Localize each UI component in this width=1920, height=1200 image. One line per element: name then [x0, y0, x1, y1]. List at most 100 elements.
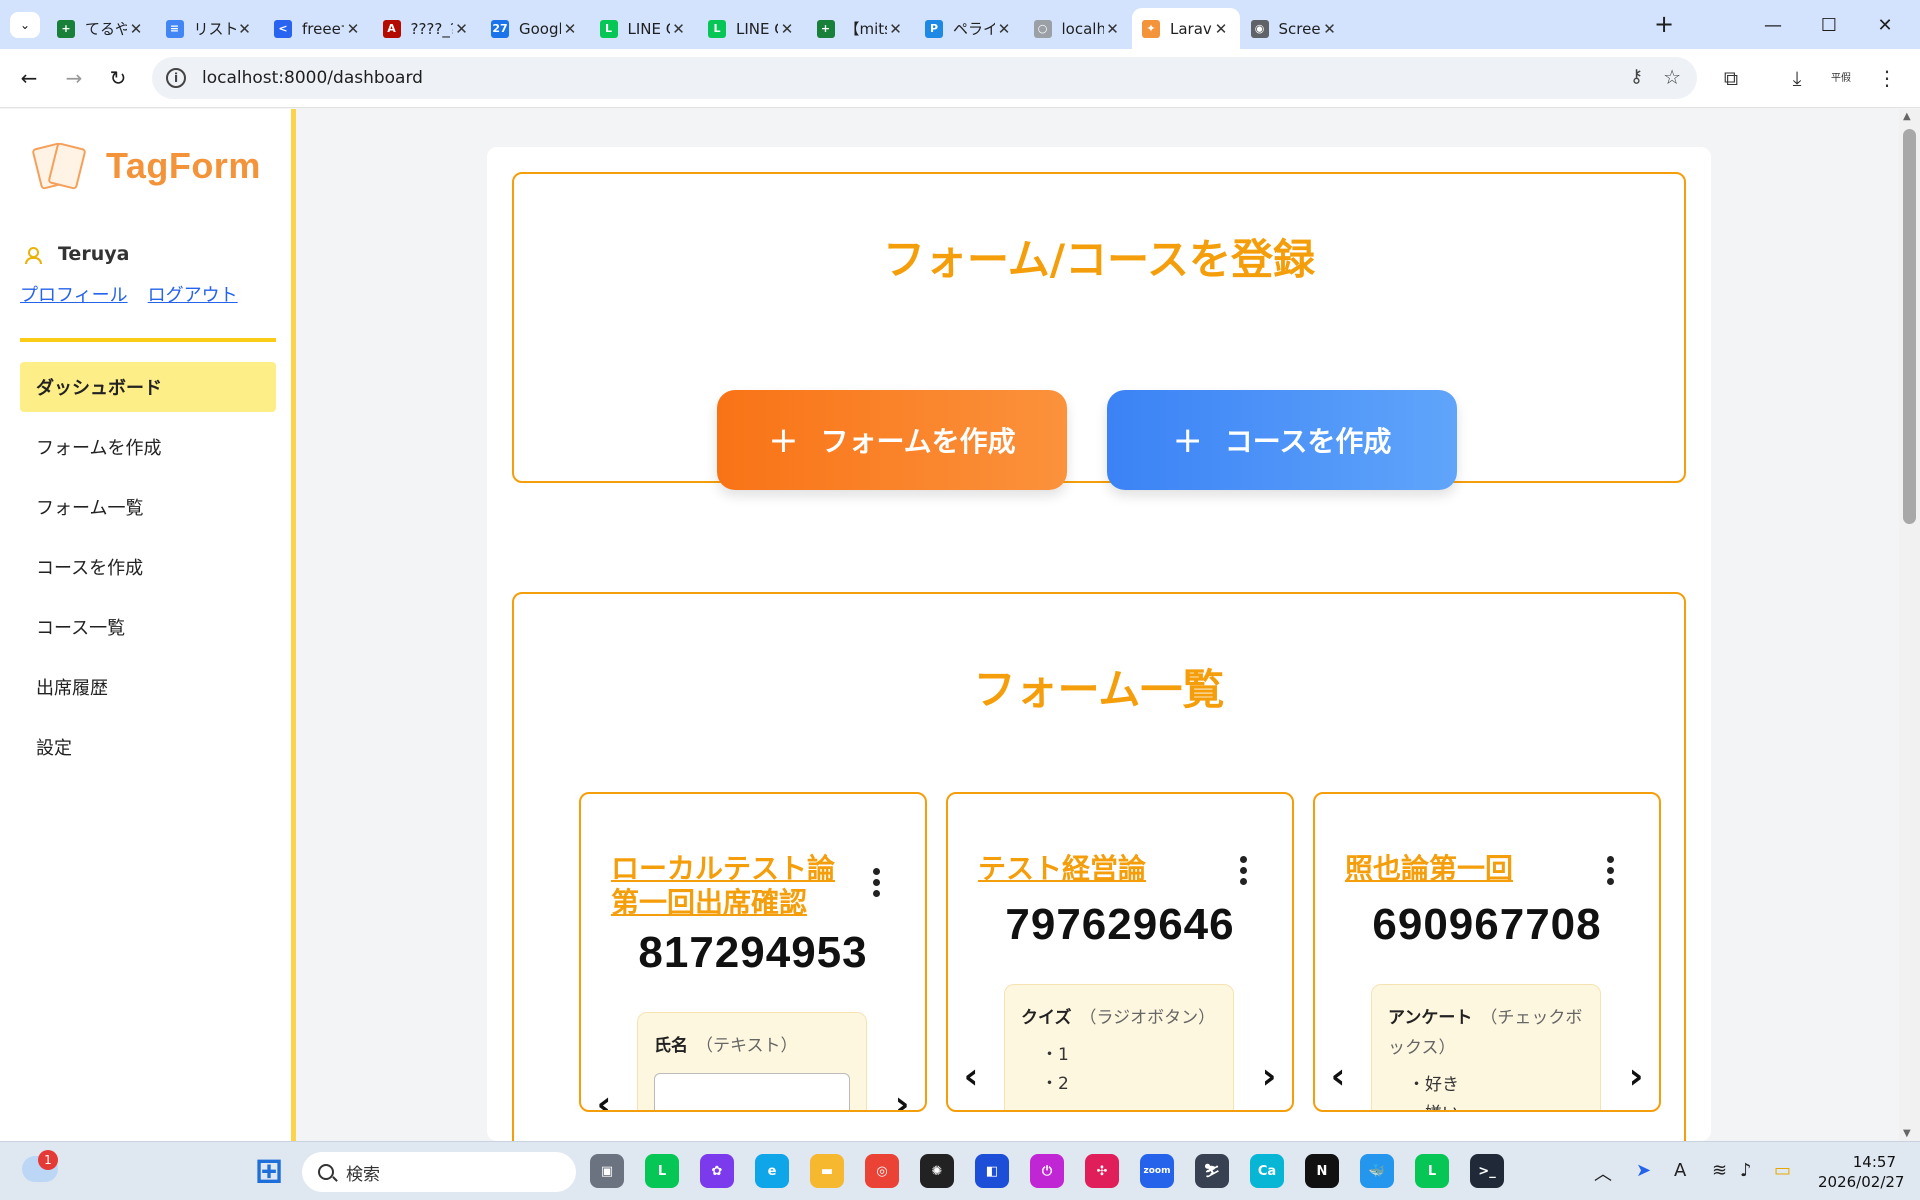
- more-options-icon[interactable]: [1240, 856, 1248, 885]
- tab-close-icon[interactable]: ✕: [1104, 20, 1122, 38]
- taskbar-app-chrome-icon[interactable]: ◎: [865, 1154, 899, 1188]
- tab-close-icon[interactable]: ✕: [887, 20, 905, 38]
- volume-icon[interactable]: ♪: [1740, 1160, 1752, 1181]
- taskbar-search[interactable]: 検索: [302, 1152, 576, 1192]
- bookmark-star-icon[interactable]: ☆: [1663, 65, 1681, 89]
- taskbar-app-line-icon[interactable]: L: [1415, 1154, 1449, 1188]
- site-info-icon[interactable]: i: [166, 68, 186, 88]
- sidebar-menu-item[interactable]: 設定: [20, 722, 276, 772]
- download-icon[interactable]: ⤓: [1782, 63, 1812, 93]
- create-form-button[interactable]: + フォームを作成: [717, 390, 1067, 490]
- tab-close-icon[interactable]: ✕: [1212, 20, 1230, 38]
- translate-icon[interactable]: 平假: [1826, 63, 1856, 93]
- form-code: 797629646: [1005, 900, 1235, 949]
- taskbar-app-docker-icon[interactable]: 🐳: [1360, 1154, 1394, 1188]
- page-scrollbar[interactable]: ▲ ▼: [1899, 109, 1920, 1141]
- minimize-button[interactable]: —: [1750, 8, 1796, 42]
- browser-tab[interactable]: ◉ Screen✕: [1241, 8, 1349, 49]
- logout-link[interactable]: ログアウト: [148, 281, 238, 307]
- next-question-icon[interactable]: ›: [887, 1084, 917, 1111]
- taskbar-app-copilot-icon[interactable]: ✿: [700, 1154, 734, 1188]
- tab-search-button[interactable]: ⌄: [10, 12, 40, 38]
- browser-tab[interactable]: + てるやの✕: [47, 8, 155, 49]
- tab-close-icon[interactable]: ✕: [995, 20, 1013, 38]
- scroll-down-icon[interactable]: ▼: [1903, 1128, 1911, 1139]
- form-title-link[interactable]: ローカルテスト論第一回出席確認: [611, 852, 841, 920]
- forward-button[interactable]: →: [57, 61, 91, 95]
- tab-close-icon[interactable]: ✕: [1321, 20, 1339, 38]
- wifi-icon[interactable]: ≋: [1712, 1160, 1727, 1181]
- clock[interactable]: 14:57 2026/02/27: [1818, 1152, 1904, 1192]
- reload-button[interactable]: ↻: [101, 61, 135, 95]
- taskbar-app-zoom-icon[interactable]: zoom: [1140, 1154, 1174, 1188]
- new-tab-button[interactable]: +: [1650, 12, 1678, 38]
- taskbar-app-app-icon[interactable]: ⛷: [1195, 1154, 1229, 1188]
- taskbar-app-notion-icon[interactable]: N: [1305, 1154, 1339, 1188]
- tab-favicon-icon: <: [274, 19, 292, 38]
- scroll-thumb[interactable]: [1903, 129, 1916, 524]
- browser-tab[interactable]: + 【mitsu✕: [807, 8, 915, 49]
- create-course-button[interactable]: + コースを作成: [1107, 390, 1457, 490]
- taskbar-app-toggl-icon[interactable]: ⏻: [1030, 1154, 1064, 1188]
- profile-link[interactable]: プロフィール: [20, 281, 128, 307]
- maximize-button[interactable]: ☐: [1806, 8, 1852, 42]
- start-button[interactable]: ⊞: [252, 1151, 286, 1191]
- address-bar[interactable]: i localhost:8000/dashboard ⚷ ☆: [152, 57, 1697, 99]
- more-options-icon[interactable]: [1607, 856, 1615, 885]
- prev-question-icon[interactable]: ‹: [589, 1084, 619, 1111]
- taskbar-app-line-icon[interactable]: L: [645, 1154, 679, 1188]
- taskbar-app-chatgpt-icon[interactable]: ✺: [920, 1154, 954, 1188]
- text-answer-input[interactable]: [654, 1073, 850, 1110]
- prev-question-icon[interactable]: ‹: [1323, 1056, 1353, 1097]
- more-options-icon[interactable]: [873, 868, 881, 897]
- browser-tab[interactable]: A ????_??✕: [373, 8, 481, 49]
- sidebar-menu-item[interactable]: コース一覧: [20, 602, 276, 652]
- ime-icon[interactable]: A: [1674, 1160, 1686, 1181]
- taskbar-app-app-icon[interactable]: ◧: [975, 1154, 1009, 1188]
- extensions-icon[interactable]: ⧉: [1716, 63, 1746, 93]
- tab-title: LINE C: [736, 19, 778, 38]
- scroll-up-icon[interactable]: ▲: [1903, 111, 1911, 122]
- browser-tab[interactable]: < freeeサ✕: [264, 8, 372, 49]
- sidebar-menu-item[interactable]: フォームを作成: [20, 422, 276, 472]
- tab-close-icon[interactable]: ✕: [127, 20, 145, 38]
- tab-close-icon[interactable]: ✕: [778, 20, 796, 38]
- browser-tab[interactable]: 27 Google✕: [481, 8, 589, 49]
- browser-tab[interactable]: P ペライチ✕: [915, 8, 1023, 49]
- tray-chevron-icon[interactable]: ︿: [1594, 1160, 1612, 1186]
- tab-close-icon[interactable]: ✕: [670, 20, 688, 38]
- browser-tab[interactable]: L LINE C✕: [590, 8, 698, 49]
- sidebar-menu-item[interactable]: ダッシュボード: [20, 362, 276, 412]
- taskbar-app-task-view-icon[interactable]: ▣: [590, 1154, 624, 1188]
- back-button[interactable]: ←: [12, 61, 46, 95]
- taskbar-app-canva-icon[interactable]: Ca: [1250, 1154, 1284, 1188]
- sidebar-menu-item[interactable]: 出席履歴: [20, 662, 276, 712]
- password-key-icon[interactable]: ⚷: [1630, 66, 1643, 87]
- next-question-icon[interactable]: ›: [1254, 1056, 1284, 1097]
- brand-logo[interactable]: TagForm: [31, 141, 261, 191]
- tab-close-icon[interactable]: ✕: [344, 20, 362, 38]
- next-question-icon[interactable]: ›: [1621, 1056, 1651, 1097]
- url-text[interactable]: localhost:8000/dashboard: [202, 68, 423, 88]
- taskbar-app-terminal-icon[interactable]: >_: [1470, 1154, 1504, 1188]
- browser-tab[interactable]: ○ localhc✕: [1024, 8, 1132, 49]
- taskbar-app-explorer-icon[interactable]: ▬: [810, 1154, 844, 1188]
- tab-favicon-icon: ◉: [1250, 19, 1269, 38]
- taskbar-app-slack-icon[interactable]: ✣: [1085, 1154, 1119, 1188]
- browser-tab[interactable]: ✦ Larave✕: [1132, 8, 1240, 49]
- location-icon[interactable]: ➤: [1636, 1160, 1651, 1181]
- taskbar-app-edge-icon[interactable]: e: [755, 1154, 789, 1188]
- form-title-link[interactable]: テスト経営論: [978, 852, 1208, 886]
- sidebar-menu-item[interactable]: フォーム一覧: [20, 482, 276, 532]
- tab-close-icon[interactable]: ✕: [236, 20, 254, 38]
- battery-icon[interactable]: ▭: [1774, 1160, 1791, 1181]
- tab-close-icon[interactable]: ✕: [453, 20, 471, 38]
- close-window-button[interactable]: ✕: [1862, 8, 1908, 42]
- form-title-link[interactable]: 照也論第一回: [1345, 852, 1575, 886]
- sidebar-menu-item[interactable]: コースを作成: [20, 542, 276, 592]
- browser-menu-icon[interactable]: ⋮: [1872, 63, 1902, 93]
- prev-question-icon[interactable]: ‹: [956, 1056, 986, 1097]
- browser-tab[interactable]: ≡ リストミ✕: [156, 8, 264, 49]
- browser-tab[interactable]: L LINE C✕: [698, 8, 806, 49]
- tab-close-icon[interactable]: ✕: [561, 20, 579, 38]
